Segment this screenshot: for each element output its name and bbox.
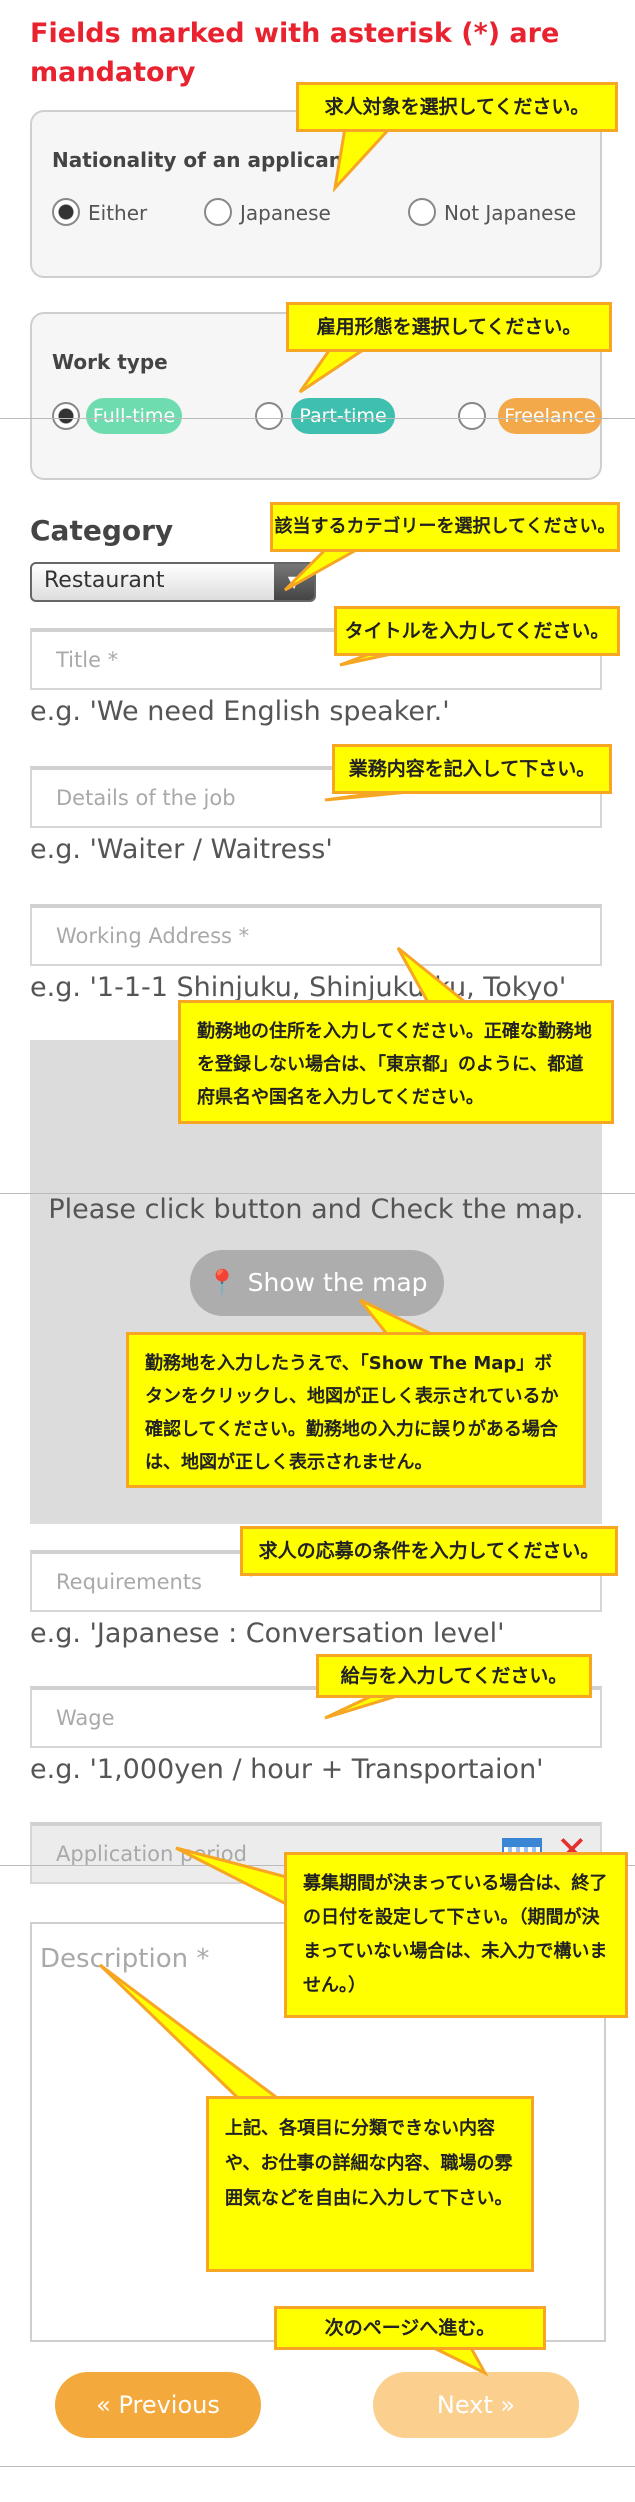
tip-description: 上記、各項目に分類できない内容や、お仕事の詳細な内容、職場の雰囲気などを自由に入… <box>206 2096 534 2272</box>
tip-map: 勤務地を入力したうえで、「Show The Map」ボタンをクリックし、地図が正… <box>126 1332 586 1488</box>
tip-address: 勤務地の住所を入力してください。正確な勤務地を登録しない場合は、「東京都」のよう… <box>178 1000 614 1124</box>
tip-work-type: 雇用形態を選択してください。 <box>286 302 612 352</box>
tip-category: 該当するカテゴリーを選択してください。 <box>270 502 620 552</box>
callout-pointer <box>332 126 394 193</box>
callout-pointer <box>175 1846 300 1913</box>
callout-pointer <box>98 1963 285 2102</box>
callout-pointer <box>396 946 475 1008</box>
tip-nationality: 求人対象を選択してください。 <box>296 82 618 132</box>
callout-pointer <box>429 2344 489 2377</box>
tip-details: 業務内容を記入して下さい。 <box>332 744 612 794</box>
tip-application-period: 募集期間が決まっている場合は、終了の日付を設定して下さい。（期間が決まっていない… <box>284 1852 628 2018</box>
tip-requirements: 求人の応募の条件を入力してください。 <box>240 1526 618 1576</box>
tip-wage: 給与を入力してください。 <box>316 1654 592 1698</box>
tip-next: 次のページへ進む。 <box>274 2306 546 2350</box>
tip-title: タイトルを入力してください。 <box>334 606 620 656</box>
